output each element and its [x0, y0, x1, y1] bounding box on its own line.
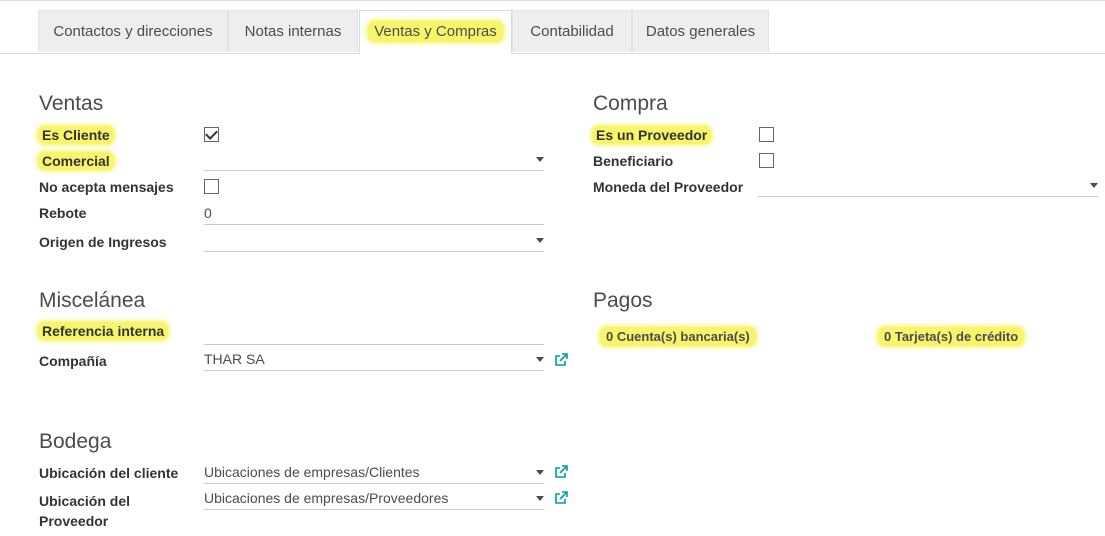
- section-title-pagos: Pagos: [593, 289, 653, 312]
- label-origen-ingresos: Origen de Ingresos: [39, 234, 167, 250]
- input-rebote[interactable]: 0: [204, 203, 544, 225]
- top-border: [0, 0, 1105, 1]
- link-tarjetas-credito[interactable]: 0 Tarjeta(s) de crédito: [878, 327, 1025, 346]
- tab-contabilidad[interactable]: Contabilidad: [512, 10, 632, 52]
- select-origen-ingresos[interactable]: [204, 230, 544, 252]
- link-cuentas-bancarias[interactable]: 0 Cuenta(s) bancaria(s): [600, 327, 756, 346]
- label-moneda-proveedor: Moneda del Proveedor: [593, 179, 744, 195]
- label-referencia-interna: Referencia interna: [38, 322, 169, 340]
- check-icon: [205, 127, 218, 140]
- label-ubicacion-proveedor: Ubicación del Proveedor: [39, 493, 131, 529]
- section-title-miscelanea: Miscelánea: [39, 289, 146, 312]
- label-rebote: Rebote: [39, 205, 87, 221]
- select-ubicacion-proveedor[interactable]: Ubicaciones de empresas/Proveedores: [204, 488, 544, 510]
- select-compania[interactable]: THAR SA: [204, 349, 544, 371]
- chevron-down-icon: [536, 238, 544, 243]
- checkbox-beneficiario[interactable]: [759, 153, 774, 168]
- select-ubicacion-cliente[interactable]: Ubicaciones de empresas/Clientes: [204, 462, 544, 484]
- label-no-acepta-mensajes: No acepta mensajes: [39, 179, 174, 195]
- section-title-compra: Compra: [593, 92, 668, 115]
- tab-notas-internas[interactable]: Notas internas: [228, 10, 358, 52]
- label-comercial: Comercial: [38, 152, 114, 170]
- chevron-down-icon: [536, 496, 544, 501]
- chevron-down-icon: [536, 470, 544, 475]
- external-link-icon[interactable]: [554, 353, 568, 367]
- label-es-proveedor: Es un Proveedor: [592, 126, 712, 144]
- select-moneda-proveedor[interactable]: [758, 175, 1098, 197]
- label-compania: Compañía: [39, 353, 107, 369]
- external-link-icon[interactable]: [554, 465, 568, 479]
- section-title-bodega: Bodega: [39, 430, 112, 453]
- select-comercial[interactable]: [204, 149, 544, 171]
- external-link-icon[interactable]: [554, 491, 568, 505]
- chevron-down-icon: [536, 357, 544, 362]
- chevron-down-icon: [536, 157, 544, 162]
- checkbox-es-cliente[interactable]: [204, 127, 219, 142]
- notebook-tabs: Contactos y direcciones Notas internas V…: [0, 10, 1105, 54]
- tab-ventas-compras[interactable]: Ventas y Compras: [359, 10, 512, 54]
- chevron-down-icon: [1090, 183, 1098, 188]
- tab-ventas-compras-label: Ventas y Compras: [368, 21, 503, 42]
- checkbox-no-acepta-mensajes[interactable]: [204, 179, 219, 194]
- tab-contactos[interactable]: Contactos y direcciones: [38, 10, 228, 52]
- checkbox-es-proveedor[interactable]: [759, 127, 774, 142]
- input-referencia-interna[interactable]: [204, 323, 544, 345]
- tab-datos-generales[interactable]: Datos generales: [632, 10, 769, 52]
- label-es-cliente: Es Cliente: [38, 126, 114, 144]
- label-ubicacion-cliente: Ubicación del cliente: [39, 465, 179, 481]
- section-title-ventas: Ventas: [39, 92, 104, 115]
- label-beneficiario: Beneficiario: [593, 153, 674, 169]
